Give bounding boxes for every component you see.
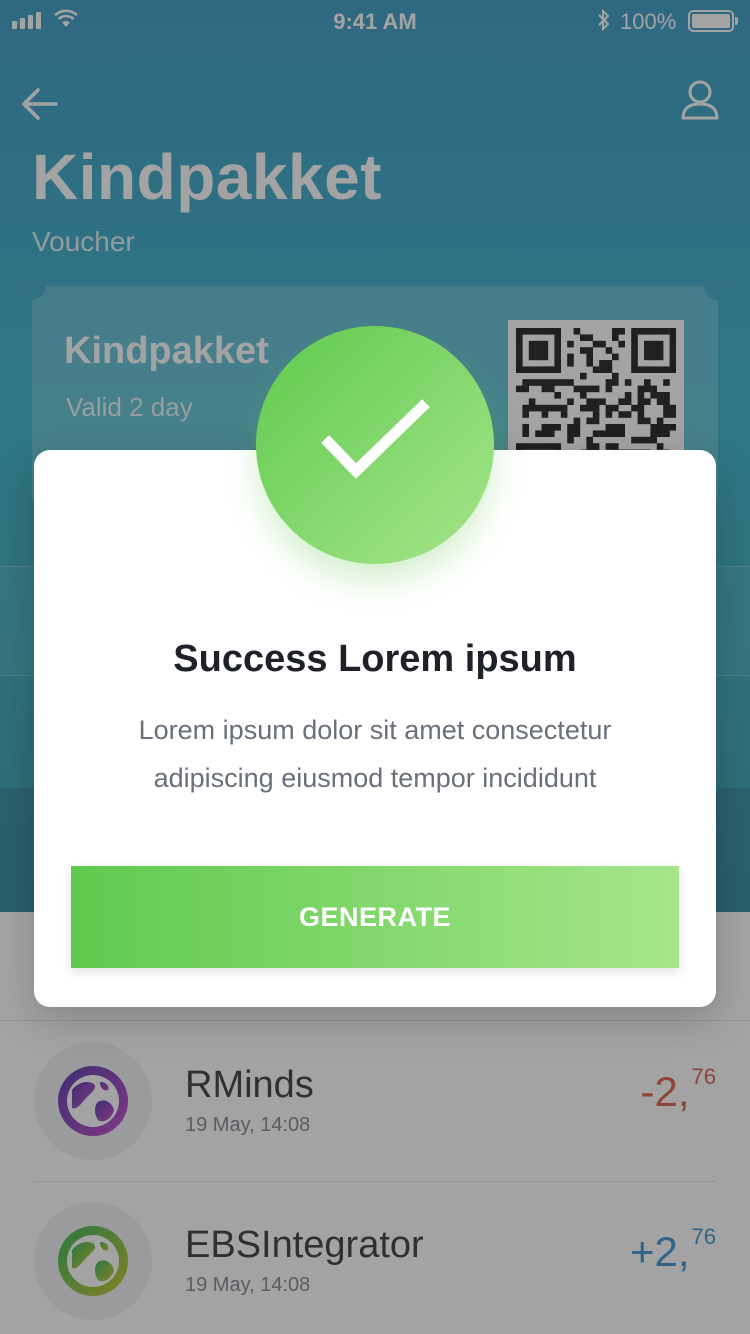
checkmark-icon bbox=[321, 399, 430, 479]
success-badge bbox=[256, 326, 494, 564]
dialog-message: Lorem ipsum dolor sit amet consectetur a… bbox=[138, 715, 612, 793]
dialog-title: Success Lorem ipsum bbox=[173, 638, 577, 680]
generate-button[interactable]: GENERATE bbox=[71, 866, 679, 968]
